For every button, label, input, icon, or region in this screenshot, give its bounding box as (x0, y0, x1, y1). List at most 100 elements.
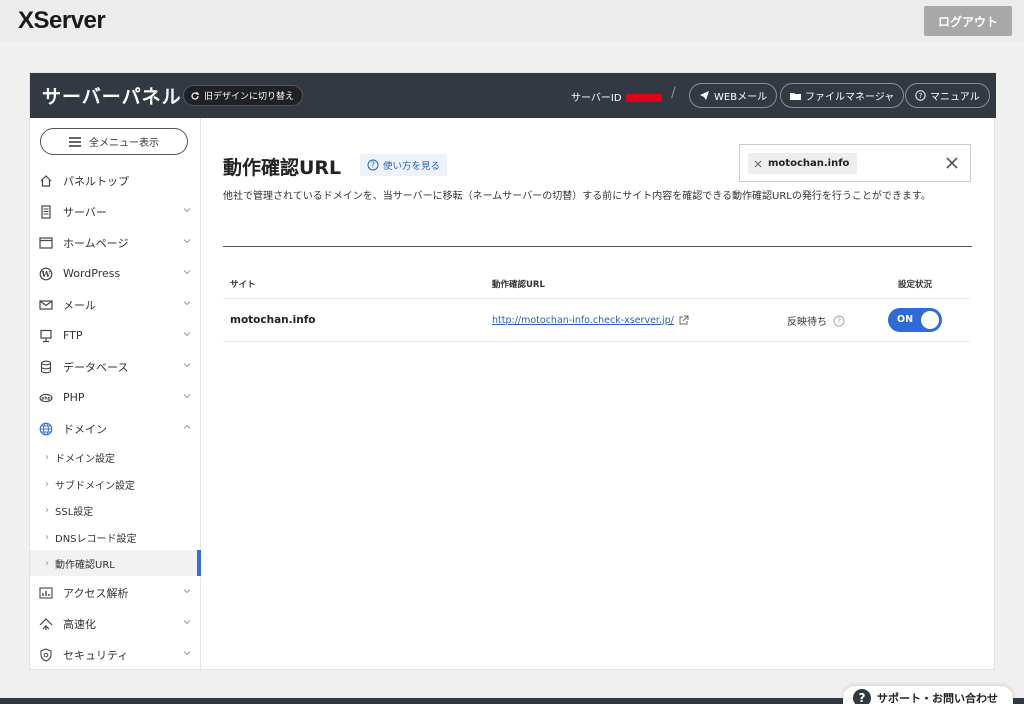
panel-title: サーバーパネル (42, 86, 182, 108)
sidebar-subitem-label: ドメイン設定 (55, 453, 115, 465)
column-header-site: サイト (230, 280, 256, 290)
chevron-right-icon: › (45, 451, 49, 463)
sidebar-subitem-label: 動作確認URL (55, 559, 115, 571)
send-icon (699, 90, 710, 101)
row-url-text: http://motochan-info.check-xserver.jp/ (492, 314, 674, 326)
xserver-logo[interactable]: XServer (18, 7, 106, 35)
sidebar-item-label: FTP (63, 329, 83, 342)
page-title: 動作確認URL (223, 157, 342, 179)
manual-label: マニュアル (930, 92, 980, 103)
sidebar-item-access-analysis[interactable]: アクセス解析 (30, 577, 201, 608)
sidebar-subitem-label: SSL設定 (55, 506, 94, 518)
page-description: 他社で管理されているドメインを、当サーバーに移転（ネームサーバーの切替）する前に… (223, 191, 931, 202)
chevron-down-icon (181, 585, 193, 597)
sidebar-subitem-subdomain-settings[interactable]: › サブドメイン設定 (30, 471, 201, 497)
web-mail-label: WEBメール (714, 92, 768, 103)
sidebar-item-ftp[interactable]: FTP (30, 320, 201, 351)
sidebar-item-mail[interactable]: メール (30, 289, 201, 320)
header-divider: / (671, 85, 676, 101)
home-icon (39, 174, 53, 188)
chevron-right-icon: › (45, 504, 49, 516)
sidebar-item-wordpress[interactable]: W WordPress (30, 258, 201, 289)
sidebar-item-speedup[interactable]: 高速化 (30, 608, 201, 639)
monitor-icon (39, 329, 53, 343)
sidebar-item-label: メール (63, 298, 96, 312)
column-header-url: 動作確認URL (492, 280, 545, 290)
chevron-down-icon (181, 235, 193, 247)
toggle-label: ON (897, 314, 914, 325)
sidebar-item-server[interactable]: サーバー (30, 196, 201, 227)
sidebar-item-label: サーバー (63, 205, 107, 219)
sidebar-item-label: ドメイン (63, 422, 107, 436)
top-bar: XServer ログアウト (0, 0, 1024, 42)
chevron-down-icon (181, 204, 193, 216)
help-circle-icon[interactable]: ? (833, 315, 845, 327)
chart-icon (39, 586, 53, 600)
sidebar-subitem-test-url[interactable]: › 動作確認URL (30, 550, 201, 576)
sidebar-item-database[interactable]: データベース (30, 351, 201, 382)
sidebar-subitem-label: サブドメイン設定 (55, 480, 135, 492)
domain-filter-chip[interactable]: motochan.info (748, 153, 858, 174)
sidebar-item-php[interactable]: php PHP (30, 382, 201, 413)
chevron-up-icon (181, 421, 193, 433)
file-manager-label: ファイルマネージャ (805, 92, 895, 103)
howto-button[interactable]: ? 使い方を見る (360, 154, 448, 176)
folder-icon (790, 91, 801, 101)
table-row-divider (223, 341, 970, 342)
row-test-url-link[interactable]: http://motochan-info.check-xserver.jp/ (492, 314, 690, 326)
sidebar-item-panel-top[interactable]: パネルトップ (30, 165, 201, 196)
manual-button[interactable]: ? マニュアル (905, 83, 990, 108)
chevron-down-icon (181, 297, 193, 309)
help-circle-icon: ? (915, 90, 926, 101)
row-status-text: 反映待ち (787, 317, 827, 328)
shield-icon (39, 647, 53, 662)
sidebar-item-homepage[interactable]: ホームページ (30, 227, 201, 258)
logout-button[interactable]: ログアウト (924, 6, 1012, 36)
chevron-down-icon (181, 390, 193, 402)
support-label: サポート・お問い合わせ (877, 692, 998, 704)
sidebar-item-label: データベース (63, 360, 129, 374)
all-menu-button[interactable]: 全メニュー表示 (40, 128, 188, 155)
server-id: サーバーID (571, 89, 662, 104)
server-id-label: サーバーID (571, 93, 622, 104)
file-manager-button[interactable]: ファイルマネージャ (780, 83, 905, 108)
sidebar-subitem-dns-settings[interactable]: › DNSレコード設定 (30, 524, 201, 550)
chevron-down-icon (181, 266, 193, 278)
sidebar: 全メニュー表示 パネルトップ サーバー ホームページ W WordPress メ… (30, 118, 201, 671)
refresh-icon (190, 91, 200, 101)
sidebar-item-label: セキュリティ (63, 648, 129, 662)
sidebar-item-label: WordPress (63, 267, 121, 280)
clear-filter-icon[interactable] (944, 155, 960, 171)
chevron-right-icon: › (45, 531, 49, 543)
sidebar-subitem-domain-settings[interactable]: › ドメイン設定 (30, 444, 201, 470)
web-mail-button[interactable]: WEBメール (689, 83, 778, 108)
php-icon: php (39, 391, 53, 405)
sidebar-item-label: パネルトップ (63, 174, 129, 188)
svg-text:?: ? (371, 161, 375, 170)
sidebar-subitem-label: DNSレコード設定 (55, 533, 137, 545)
chevron-down-icon (181, 328, 193, 340)
row-enable-toggle[interactable]: ON (888, 308, 942, 332)
panel-header: サーバーパネル 旧デザインに切り替え サーバーID / WEBメール ファイルマ… (30, 73, 996, 118)
sidebar-item-domain[interactable]: ドメイン (30, 413, 201, 444)
old-design-button[interactable]: 旧デザインに切り替え (183, 85, 304, 106)
help-circle-icon: ? (853, 689, 871, 704)
redacted-server-id (625, 94, 662, 102)
column-header-status: 設定状況 (898, 280, 933, 290)
sidebar-item-security[interactable]: セキュリティ (30, 639, 201, 670)
table-header-divider (223, 298, 970, 299)
window-icon (39, 236, 53, 250)
toggle-knob (921, 311, 939, 329)
chevron-down-icon (181, 616, 193, 628)
sidebar-item-label: ホームページ (63, 236, 129, 250)
domain-filter[interactable]: motochan.info (739, 144, 971, 182)
old-design-label: 旧デザインに切り替え (204, 92, 295, 102)
close-icon[interactable] (754, 160, 762, 168)
server-icon (39, 204, 53, 219)
chevron-right-icon: › (45, 478, 49, 490)
sidebar-subitem-ssl-settings[interactable]: › SSL設定 (30, 497, 201, 523)
support-button[interactable]: ? サポート・お問い合わせ (843, 686, 1013, 704)
speed-icon (39, 617, 53, 631)
all-menu-label: 全メニュー表示 (89, 138, 159, 149)
section-divider (223, 246, 972, 247)
